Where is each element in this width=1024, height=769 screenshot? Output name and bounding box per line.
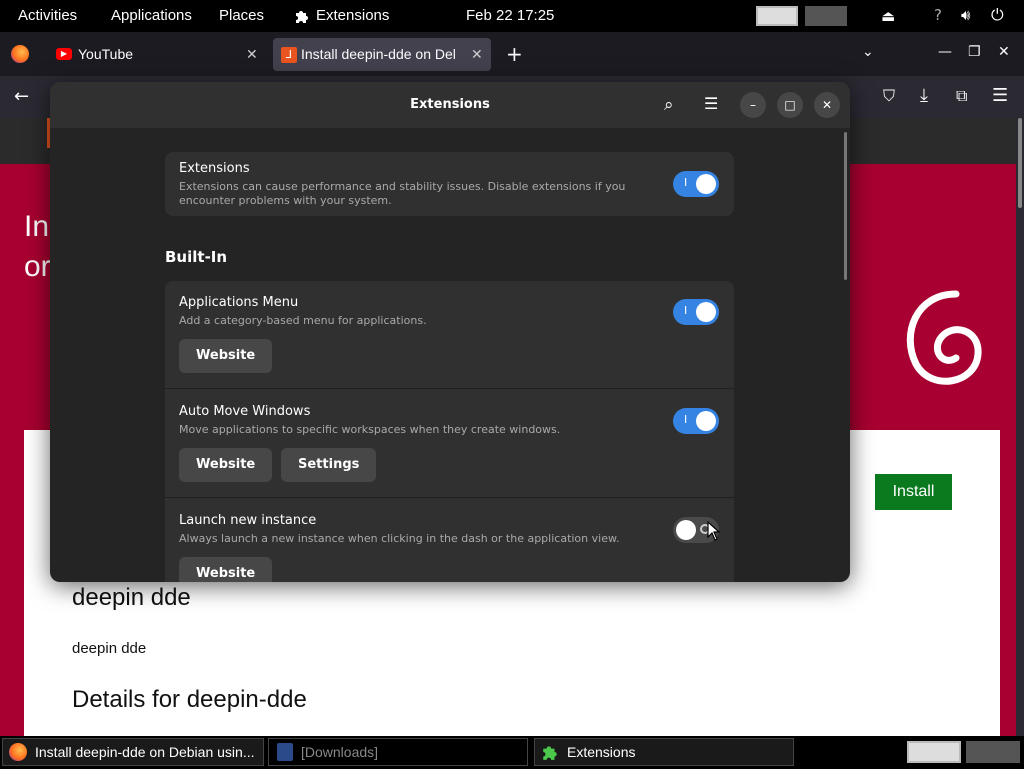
built-in-extensions-list: Applications Menu Add a category-based m… (165, 281, 734, 582)
extension-description: Add a category-based menu for applicatio… (179, 314, 427, 327)
firefox-icon (9, 743, 27, 761)
toggle-on-mark: I (684, 176, 688, 189)
extensions-window: Extensions ⌕ ☰ – □ ✕ Extensions Extensio… (50, 82, 850, 582)
toggle-knob (696, 302, 716, 322)
list-all-tabs-icon[interactable]: ⌄ (862, 44, 874, 60)
row-description: encounter problems with your system. (179, 194, 392, 207)
page-scrollbar[interactable] (1016, 118, 1024, 736)
row-description: Extensions can cause performance and sta… (179, 180, 626, 193)
extension-description: Move applications to specific workspaces… (179, 423, 561, 436)
places-menu[interactable]: Places (219, 0, 264, 32)
taskbar-item-label: Extensions (567, 744, 636, 760)
section-heading: Built-In (165, 248, 228, 266)
close-button[interactable]: ✕ (814, 92, 840, 118)
extensions-puzzle-icon[interactable]: ⧉ (956, 86, 967, 106)
toggle-knob (696, 174, 716, 194)
row-separator (165, 388, 734, 389)
applications-menu-toggle[interactable]: I (673, 299, 719, 325)
close-window-icon[interactable]: ✕ (998, 44, 1010, 60)
eject-icon[interactable]: ⏏ (881, 7, 895, 25)
details-heading: Details for deepin-dde (72, 686, 307, 713)
main-menu-icon[interactable]: ☰ (704, 94, 718, 113)
install-button[interactable]: Install (875, 474, 952, 510)
workspace-2-indicator[interactable] (966, 741, 1020, 763)
toggle-on-mark: I (684, 304, 688, 317)
puzzle-piece-icon (294, 8, 310, 24)
play-glyph-icon: ▶ (60, 49, 68, 58)
website-button[interactable]: Website (179, 339, 273, 373)
close-tab-icon[interactable]: ✕ (246, 38, 258, 71)
workspace-1-indicator[interactable] (756, 6, 798, 26)
package-description: deepin dde (72, 640, 147, 657)
hamburger-menu-icon[interactable]: ☰ (992, 85, 1008, 106)
back-arrow-icon[interactable]: ← (14, 86, 29, 107)
extensions-master-toggle[interactable]: I (673, 171, 719, 197)
auto-move-windows-toggle[interactable]: I (673, 408, 719, 434)
firefox-icon[interactable] (11, 45, 29, 63)
tab-youtube[interactable]: ▶ YouTube ✕ (48, 38, 266, 71)
pocket-icon[interactable]: ⛉ (883, 86, 895, 106)
taskbar-item-label: [Downloads] (301, 744, 379, 760)
search-icon[interactable]: ⌕ (664, 95, 674, 115)
hero-heading-fragment: or (24, 250, 51, 283)
taskbar-item-firefox[interactable]: Install deepin-dde on Debian usin... (2, 738, 264, 766)
row-title: Extensions (179, 161, 250, 176)
toggle-on-mark: I (684, 413, 688, 426)
mouse-pointer-icon (707, 520, 721, 541)
extension-title: Applications Menu (179, 295, 299, 310)
extensions-menu[interactable]: Extensions (316, 0, 389, 32)
volume-icon[interactable]: 🔊︎ (961, 6, 970, 24)
new-tab-button[interactable]: + (506, 42, 523, 66)
package-subheading: deepin dde (72, 584, 191, 611)
website-button[interactable]: Website (179, 557, 273, 582)
extensions-app-icon (541, 743, 559, 761)
site-favicon-icon: ⅃ (281, 47, 297, 63)
gnome-top-bar: Activities Applications Places Extension… (0, 0, 1024, 32)
maximize-button[interactable]: □ (777, 92, 803, 118)
scrollbar-thumb[interactable] (1018, 118, 1022, 208)
minimize-window-icon[interactable]: — (938, 44, 952, 60)
dialog-scrollbar[interactable] (844, 132, 847, 280)
close-tab-icon[interactable]: ✕ (471, 38, 483, 71)
workspace-1-indicator[interactable] (907, 741, 961, 763)
file-manager-icon (277, 743, 293, 761)
activities-button[interactable]: Activities (18, 0, 77, 32)
tab-install-deepin[interactable]: ⅃ Install deepin-dde on Del ✕ (273, 38, 491, 71)
power-icon[interactable]: ⏻ (991, 5, 1004, 25)
network-unknown-icon[interactable]: ? (934, 6, 942, 24)
row-separator (165, 497, 734, 498)
toggle-knob (696, 411, 716, 431)
clock[interactable]: Feb 22 17:25 (466, 0, 554, 32)
debian-swirl-logo (896, 284, 992, 400)
tab-title: Install deepin-dde on Del (301, 46, 456, 62)
window-title: Extensions (410, 97, 490, 112)
extension-description: Always launch a new instance when clicki… (179, 532, 620, 545)
minimize-button[interactable]: – (740, 92, 766, 118)
restore-window-icon[interactable]: ❐ (968, 44, 981, 60)
hero-heading-fragment: In (24, 210, 50, 243)
download-icon[interactable]: ⤓ (920, 85, 928, 106)
extension-title: Launch new instance (179, 513, 317, 528)
extensions-master-card: Extensions Extensions can cause performa… (165, 152, 734, 216)
workspace-2-indicator[interactable] (805, 6, 847, 26)
applications-menu[interactable]: Applications (111, 0, 192, 32)
settings-button[interactable]: Settings (281, 448, 377, 482)
tab-title: YouTube (78, 46, 134, 62)
toggle-knob (676, 520, 696, 540)
taskbar-item-downloads[interactable]: [Downloads] (268, 738, 528, 766)
website-button[interactable]: Website (179, 448, 273, 482)
taskbar-item-label: Install deepin-dde on Debian usin... (35, 744, 255, 760)
extension-title: Auto Move Windows (179, 404, 311, 419)
taskbar-item-extensions[interactable]: Extensions (534, 738, 794, 766)
